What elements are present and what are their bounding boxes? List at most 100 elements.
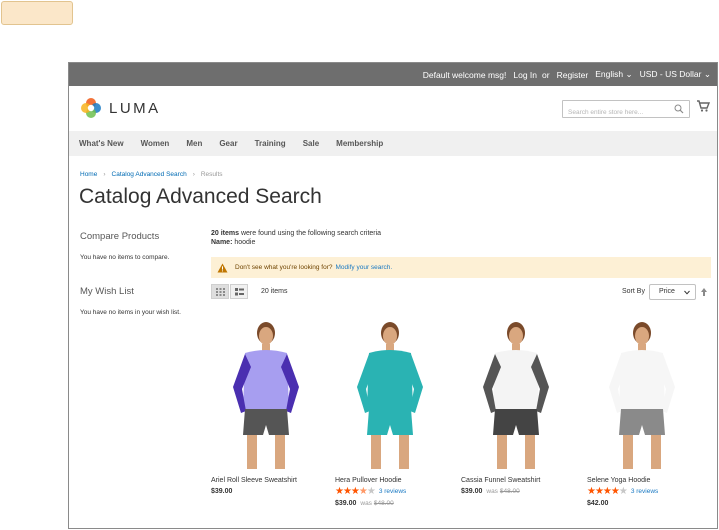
product-image[interactable] [211,317,321,475]
product-item: Selene Yoga Hoodie ★★★★★ 3 reviews $42.0… [587,317,707,507]
list-icon [234,287,244,295]
chevron-down-icon: ⌄ [625,69,633,79]
breadcrumb-current: Results [200,171,223,178]
register-link[interactable]: Register [557,70,589,80]
model-shape [262,344,270,351]
reviews-link[interactable]: 3 reviews [631,488,658,495]
model-shape [509,327,523,345]
search-criteria: Name: hoodie [211,238,711,247]
brand-row: LUMA [69,86,717,131]
model-shape [243,350,289,409]
rating-stars-icon: ★★★★★ [335,485,376,497]
luma-logo-icon[interactable] [80,97,102,119]
product-name[interactable]: Selene Yoga Hoodie [587,477,707,484]
page-title: Catalog Advanced Search [79,185,322,208]
warning-icon [217,263,228,272]
breadcrumb-separator-icon: › [192,171,195,178]
nav-item-men[interactable]: Men [186,139,202,148]
nav-item-gear[interactable]: Gear [219,139,237,148]
language-switcher[interactable]: English ⌄ [595,69,632,80]
grid-view-button[interactable] [211,284,229,299]
modify-search-link[interactable]: Modify your search. [336,264,393,271]
model-shape [638,344,646,351]
breadcrumb-advanced-search[interactable]: Catalog Advanced Search [112,171,187,178]
model-shape [497,435,507,469]
product-image[interactable] [335,317,445,475]
product-image[interactable] [461,317,571,475]
search-results: 20 items were found using the following … [211,229,711,507]
product-name[interactable]: Cassia Funnel Sweatshirt [461,477,581,484]
product-name[interactable]: Hera Pullover Hoodie [335,477,455,484]
breadcrumb: Home › Catalog Advanced Search › Results [80,171,223,178]
search-notice: Don't see what you're looking for? Modif… [211,257,711,278]
model-photo [357,322,423,469]
nav-item-whats-new[interactable]: What's New [79,139,124,148]
was-label: was [360,500,372,507]
model-shape [512,344,520,351]
compare-empty-text: You have no items to compare. [80,254,170,261]
welcome-message: Default welcome msg! [422,69,507,80]
main-navigation: What's New Women Men Gear Training Sale … [69,131,717,156]
brand-name: LUMA [109,100,161,117]
product-item: Ariel Roll Sleeve Sweatshirt $39.00 [211,317,331,495]
model-shape [493,409,539,435]
nav-item-sale[interactable]: Sale [303,139,319,148]
chevron-down-icon [684,290,690,295]
or-text: or [542,69,550,80]
product-item: Cassia Funnel Sweatshirt $39.00 was $48.… [461,317,581,495]
sort-direction-icon[interactable] [700,288,708,296]
currency-label: USD - US Dollar [639,69,702,79]
old-price: $48.00 [373,500,394,507]
sidebar: Compare Products You have no items to co… [80,231,205,317]
reviews-link[interactable]: 3 reviews [379,488,406,495]
results-criteria-text: were found using the following search cr… [240,230,382,237]
breadcrumb-separator-icon: › [103,171,106,178]
list-view-button[interactable] [230,284,248,299]
model-shape [367,350,413,409]
wishlist-empty-text: You have no items in your wish list. [80,309,181,316]
wishlist-title: My Wish List [80,286,134,297]
model-shape [247,435,257,469]
results-count: 20 items [211,230,240,237]
criteria-name-label: Name: [211,239,233,246]
panel-header: Default welcome msg! Log In or Register … [69,63,717,86]
model-shape [493,350,539,409]
model-shape [367,409,413,435]
search-input[interactable] [563,104,671,121]
nav-item-membership[interactable]: Membership [336,139,383,148]
language-label: English [595,69,624,79]
product-image[interactable] [587,317,697,475]
model-shape [383,327,397,345]
cart-icon[interactable] [696,99,710,113]
login-link[interactable]: Log In [513,70,537,80]
model-shape [399,435,409,469]
chevron-down-icon: ⌄ [703,69,711,79]
sort-by-label: Sort By [622,288,645,295]
model-shape [386,344,394,351]
sort-by-select[interactable]: Price [649,284,696,300]
product-price: $42.00 [587,500,707,507]
final-price: $39.00 [461,488,483,495]
product-name[interactable]: Ariel Roll Sleeve Sweatshirt [211,477,331,484]
criteria-name-value: hoodie [234,239,256,246]
product-reviews: ★★★★★ 3 reviews [335,485,455,497]
was-label: was [486,488,498,495]
currency-switcher[interactable]: USD - US Dollar ⌄ [640,69,711,80]
model-shape [623,435,633,469]
model-shape [619,350,665,409]
final-price: $39.00 [335,500,357,507]
product-price: $39.00 was $48.00 [461,488,581,495]
model-shape [525,435,535,469]
nav-item-training[interactable]: Training [255,139,286,148]
breadcrumb-home[interactable]: Home [80,171,97,178]
sort-by-value: Price [659,288,675,295]
model-shape [259,327,273,345]
model-shape [243,409,289,435]
compare-products-title: Compare Products [80,231,160,242]
model-shape [635,327,649,345]
search-icon[interactable] [674,104,684,114]
model-shape [651,435,661,469]
products-toolbar: 20 items Sort By Price [211,284,711,301]
nav-item-women[interactable]: Women [141,139,170,148]
model-shape [619,409,665,435]
